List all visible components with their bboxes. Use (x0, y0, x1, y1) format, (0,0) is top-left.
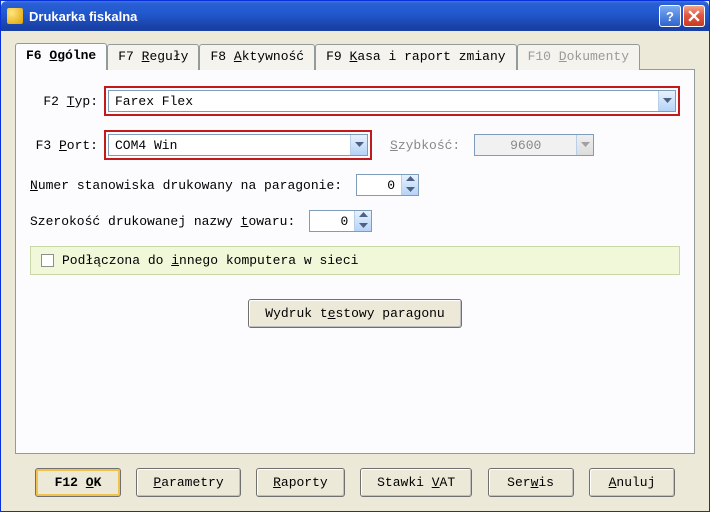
chevron-down-icon (576, 135, 593, 155)
close-icon (688, 10, 700, 22)
ok-button[interactable]: F12 OK (35, 468, 121, 497)
chevron-up-icon (406, 176, 415, 183)
label-numer: Numer stanowiska drukowany na paragonie: (30, 178, 342, 193)
label-checkbox-network: Podłączona do innego komputera w sieci (62, 253, 358, 268)
dialog-button-row: F12 OK Parametry Raporty Stawki VAT Serw… (15, 454, 695, 501)
tabs-container: F6 OgólneF7 RegułyF8 AktywnośćF9 Kasa i … (15, 43, 695, 454)
label-typ: F2 Typ: (30, 94, 98, 109)
highlight-typ: Farex Flex (104, 86, 680, 116)
vat-rates-button[interactable]: Stawki VAT (360, 468, 472, 497)
window-title: Drukarka fiskalna (29, 9, 137, 24)
row-szer: Szerokość drukowanej nazwy towaru: 0 (30, 210, 680, 232)
spinner-numer[interactable]: 0 (356, 174, 419, 196)
chevron-down-icon[interactable] (658, 91, 675, 111)
tab-panel-general: F2 Typ: Farex Flex F3 Port: (15, 69, 695, 454)
combo-speed-value: 9600 (475, 138, 576, 153)
label-szer: Szerokość drukowanej nazwy towaru: (30, 214, 295, 229)
spinner-numer-value: 0 (357, 178, 401, 193)
label-speed: Szybkość: (390, 138, 460, 153)
row-numer: Numer stanowiska drukowany na paragonie:… (30, 174, 680, 196)
label-port: F3 Port: (30, 138, 98, 153)
combo-typ-value: Farex Flex (109, 94, 199, 109)
tabstrip: F6 OgólneF7 RegułyF8 AktywnośćF9 Kasa i … (15, 43, 695, 69)
close-button[interactable] (683, 5, 705, 27)
app-icon (7, 8, 23, 24)
spinner-arrows[interactable] (354, 211, 371, 231)
service-button[interactable]: Serwis (488, 468, 574, 497)
chevron-down-icon (359, 223, 368, 230)
cancel-button[interactable]: Anuluj (589, 468, 675, 497)
test-print-button[interactable]: Wydruk testowy paragonu (248, 299, 461, 328)
network-checkbox-bar: Podłączona do innego komputera w sieci (30, 246, 680, 275)
spinner-szer[interactable]: 0 (309, 210, 372, 232)
spinner-szer-value: 0 (310, 214, 354, 229)
titlebar: Drukarka fiskalna ? (1, 1, 709, 31)
row-typ: F2 Typ: Farex Flex (30, 86, 680, 116)
tab-4: F10 Dokumenty (517, 44, 640, 70)
checkbox-network[interactable] (41, 254, 54, 267)
row-test-print: Wydruk testowy paragonu (30, 299, 680, 328)
dialog-window: Drukarka fiskalna ? F6 OgólneF7 RegułyF8… (0, 0, 710, 512)
row-port: F3 Port: COM4 Win Szybkość: (30, 130, 680, 160)
content-area: F6 OgólneF7 RegułyF8 AktywnośćF9 Kasa i … (1, 31, 709, 511)
help-button[interactable]: ? (659, 5, 681, 27)
tab-2[interactable]: F8 Aktywność (199, 44, 315, 70)
combo-typ[interactable]: Farex Flex (108, 90, 676, 112)
combo-port[interactable]: COM4 Win (108, 134, 368, 156)
chevron-up-icon (359, 212, 368, 219)
spinner-arrows[interactable] (401, 175, 418, 195)
tab-3[interactable]: F9 Kasa i raport zmiany (315, 44, 516, 70)
reports-button[interactable]: Raporty (256, 468, 345, 497)
highlight-port: COM4 Win (104, 130, 372, 160)
chevron-down-icon (406, 187, 415, 194)
combo-port-value: COM4 Win (109, 138, 183, 153)
combo-speed: 9600 (474, 134, 594, 156)
parameters-button[interactable]: Parametry (136, 468, 240, 497)
tab-1[interactable]: F7 Reguły (107, 44, 199, 70)
tab-0[interactable]: F6 Ogólne (15, 43, 107, 69)
chevron-down-icon[interactable] (350, 135, 367, 155)
